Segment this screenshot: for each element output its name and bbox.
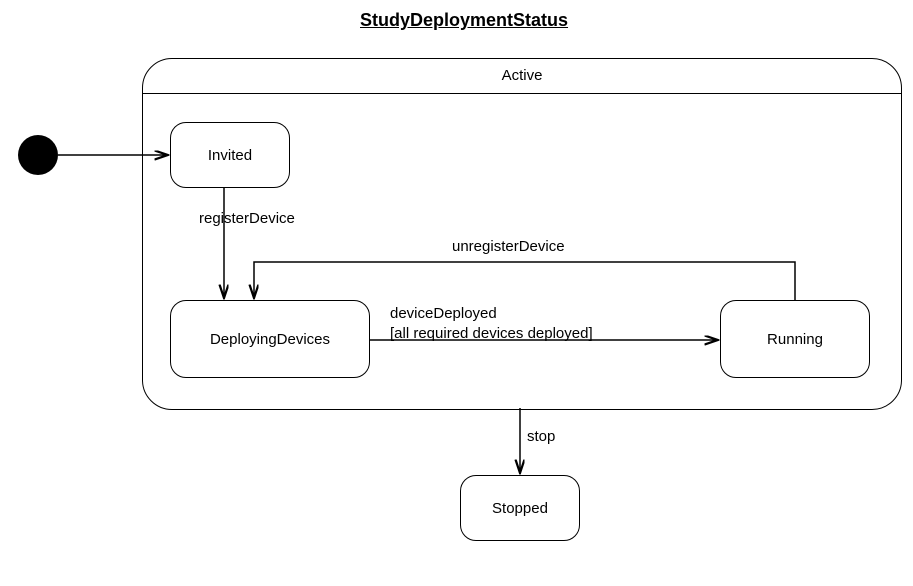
- state-deploying-devices: DeployingDevices: [170, 300, 370, 378]
- state-stopped-label: Stopped: [492, 500, 548, 517]
- state-invited: Invited: [170, 122, 290, 188]
- state-running: Running: [720, 300, 870, 378]
- diagram-title: StudyDeploymentStatus: [360, 10, 568, 31]
- state-invited-label: Invited: [208, 147, 252, 164]
- state-deploying-label: DeployingDevices: [210, 331, 330, 348]
- label-device-deployed-1: deviceDeployed: [390, 305, 497, 322]
- active-divider: [143, 93, 901, 94]
- label-device-deployed-2: [all required devices deployed]: [390, 325, 593, 342]
- state-running-label: Running: [767, 331, 823, 348]
- state-diagram: StudyDeploymentStatus Active Invited Dep…: [0, 0, 913, 586]
- state-stopped: Stopped: [460, 475, 580, 541]
- label-stop: stop: [527, 428, 555, 445]
- label-register-device: registerDevice: [199, 210, 295, 227]
- active-superstate-label: Active: [143, 67, 901, 84]
- initial-state: [18, 135, 58, 175]
- label-unregister-device: unregisterDevice: [452, 238, 565, 255]
